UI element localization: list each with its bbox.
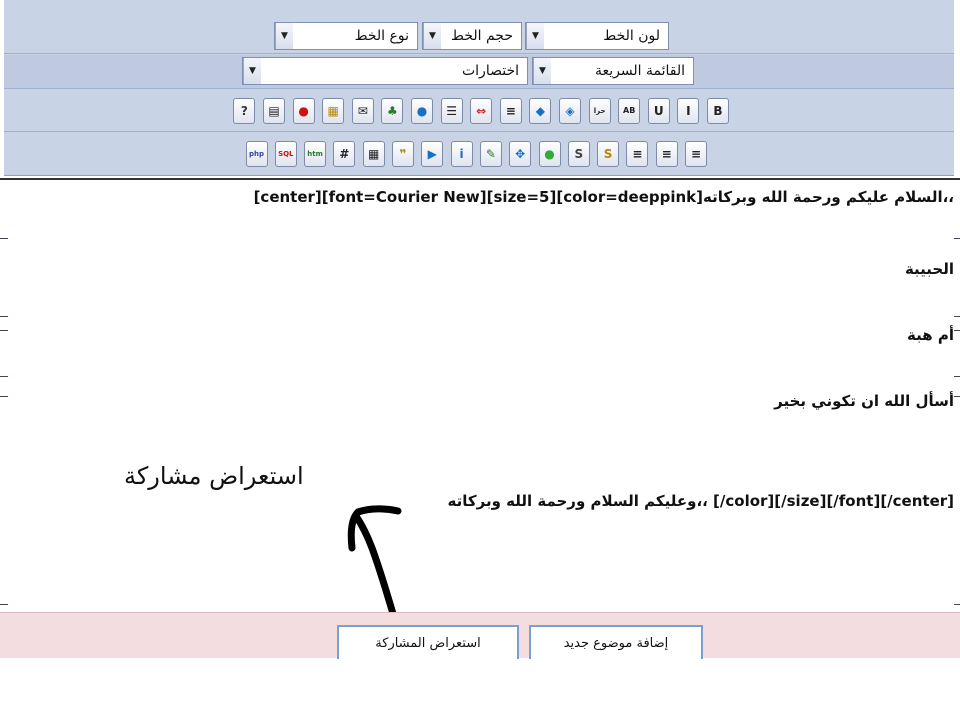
people-icon[interactable]: ♣ bbox=[381, 98, 404, 124]
expand-icon[interactable]: ✥ bbox=[509, 141, 532, 167]
html-icon[interactable]: htm bbox=[304, 141, 327, 167]
editor-line-3: أم هبة bbox=[907, 326, 954, 344]
shortcuts-label: اختصارات bbox=[461, 63, 519, 79]
align-left-icon[interactable]: ≡ bbox=[626, 141, 649, 167]
shield-icon[interactable]: ◆ bbox=[529, 98, 552, 124]
image-icon[interactable]: ▦ bbox=[322, 98, 345, 124]
php-icon[interactable]: php bbox=[245, 141, 268, 167]
move-arrows-icon[interactable]: ⇔ bbox=[470, 98, 493, 124]
sql-icon[interactable]: SQL bbox=[274, 141, 297, 167]
quick-list-label: القائمة السريعة bbox=[595, 63, 685, 79]
flash-icon[interactable]: ● bbox=[292, 98, 315, 124]
editor-line-1: [center][font=Courier New][size=5][color… bbox=[253, 188, 954, 206]
email-icon[interactable]: ✉ bbox=[351, 98, 374, 124]
chevron-down-icon[interactable]: ▼ bbox=[243, 58, 261, 84]
align-buttons-row: ≡ ≡ ≡ S S ● ✥ ✎ i ▶ ❞ ▦ # htm SQL php bbox=[4, 133, 954, 175]
quote-icon[interactable]: ❞ bbox=[392, 141, 414, 167]
action-bar: استعراض المشاركة إضافة موضوع جديد bbox=[0, 612, 960, 659]
handwritten-annotation: استعراض مشاركة bbox=[124, 462, 304, 490]
water-drop-icon[interactable]: ● bbox=[411, 98, 433, 124]
chevron-down-icon[interactable]: ▼ bbox=[275, 23, 293, 49]
font-color-label: لون الخط bbox=[603, 28, 660, 44]
add-new-topic-button[interactable]: إضافة موضوع جديد bbox=[529, 625, 703, 659]
gold-s-icon[interactable]: S bbox=[597, 141, 620, 167]
strikethrough-icon[interactable]: AB bbox=[618, 98, 641, 124]
indent-icon[interactable]: ≡ bbox=[499, 98, 522, 124]
preview-post-button[interactable]: استعراض المشاركة bbox=[337, 625, 519, 659]
font-type-label: نوع الخط bbox=[354, 28, 409, 44]
pencil-icon[interactable]: ✎ bbox=[479, 141, 502, 167]
chevron-down-icon[interactable]: ▼ bbox=[526, 23, 544, 49]
gray-s-icon[interactable]: S bbox=[567, 141, 590, 167]
media-player-icon[interactable]: ▶ bbox=[421, 141, 444, 167]
chevron-down-icon[interactable]: ▼ bbox=[423, 23, 441, 49]
editor-line-2: الحبيبة bbox=[904, 260, 954, 278]
list-icon[interactable]: ☰ bbox=[440, 98, 463, 124]
quick-list-row: ▼ القائمة السريعة ▼ اختصارات bbox=[4, 55, 954, 89]
editor-line-4: أسأل الله ان تكوني بخير bbox=[774, 392, 954, 410]
align-right-icon[interactable]: ≡ bbox=[685, 141, 707, 167]
info-icon[interactable]: i bbox=[450, 141, 473, 167]
font-size-label: حجم الخط bbox=[451, 28, 513, 44]
shortcuts-select[interactable]: ▼ اختصارات bbox=[242, 57, 528, 85]
green-ball-icon[interactable]: ● bbox=[538, 141, 561, 167]
font-options-row: ▼ لون الخط ▼ حجم الخط ▼ نوع الخط bbox=[4, 0, 954, 54]
post-editor[interactable]: [center][font=Courier New][size=5][color… bbox=[0, 178, 960, 610]
underline-icon[interactable]: U bbox=[647, 98, 670, 124]
align-center-icon[interactable]: ≡ bbox=[655, 141, 678, 167]
text-direction-icon[interactable]: حرا bbox=[588, 98, 611, 124]
font-size-select[interactable]: ▼ حجم الخط bbox=[422, 22, 522, 50]
hash-icon[interactable]: # bbox=[333, 141, 356, 167]
table-icon[interactable]: ▦ bbox=[362, 141, 385, 167]
quick-list-select[interactable]: ▼ القائمة السريعة bbox=[532, 57, 694, 85]
blue-drop-icon[interactable]: ◈ bbox=[559, 98, 581, 124]
chevron-down-icon[interactable]: ▼ bbox=[533, 58, 551, 84]
italic-icon[interactable]: I bbox=[677, 98, 700, 124]
editor-line-5: وعليكم السلام ورحمة الله وبركاته،، [/col… bbox=[447, 492, 954, 510]
format-buttons-row: B I U AB حرا ◈ ◆ ≡ ⇔ ☰ ● ♣ ✉ ▦ ● ▤? bbox=[4, 90, 954, 132]
font-color-select[interactable]: ▼ لون الخط bbox=[525, 22, 669, 50]
bold-icon[interactable]: B bbox=[707, 98, 729, 124]
editor-toolbar: ▼ لون الخط ▼ حجم الخط ▼ نوع الخط ▼ القائ… bbox=[4, 0, 954, 176]
help-icon[interactable]: ? bbox=[233, 98, 256, 124]
document-icon[interactable]: ▤ bbox=[263, 98, 285, 124]
font-type-select[interactable]: ▼ نوع الخط bbox=[274, 22, 418, 50]
